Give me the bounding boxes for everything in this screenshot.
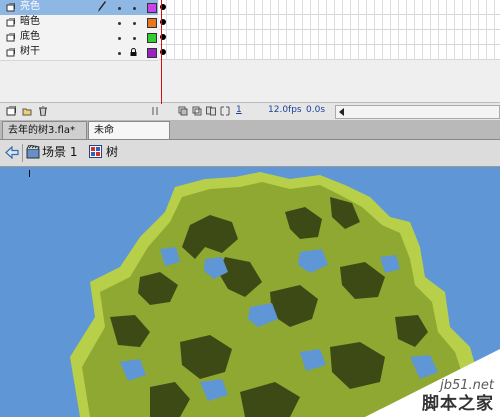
stage-canvas[interactable]: I jb51.net 脚本之家 [0,167,500,417]
movieclip-icon [89,145,102,158]
timeline-toolbar: 1 12.0fps 0.0s [0,102,500,121]
lock-icon[interactable] [130,48,137,56]
visibility-dot[interactable] [118,7,121,10]
layer-row[interactable]: 树干 [0,45,158,61]
scene-icon [26,145,40,159]
visibility-dot[interactable] [118,37,121,40]
lock-dot[interactable] [133,7,136,10]
tab-document[interactable]: 去年的树3.fla* [2,121,87,139]
onion-outline-icon[interactable] [192,106,202,116]
delete-icon[interactable] [38,106,48,116]
watermark-name: 脚本之家 [422,394,494,414]
edit-bar: 场景 1 树 [0,140,500,167]
layer-row[interactable]: 暗色 [0,15,158,31]
divider [22,144,23,162]
layer-color-swatch[interactable] [147,33,157,43]
scroll-left-icon[interactable] [338,108,346,116]
layer-name: 底色 [20,31,40,42]
tab-document-active[interactable]: 未命名-1.fla*× [88,121,170,154]
timeline-scrollbar[interactable] [335,105,500,119]
document-tabs: 去年的树3.fla* 未命名-1.fla*× [0,120,500,154]
layer-name: 树干 [20,46,40,57]
lock-dot[interactable] [133,22,136,25]
elapsed-time: 0.0s [306,105,326,115]
playhead[interactable] [161,0,162,104]
onion-markers-icon[interactable] [220,106,230,116]
layer-row[interactable]: 亮色 [0,0,158,16]
layer-name: 亮色 [20,1,40,12]
layer-color-swatch[interactable] [147,48,157,58]
new-layer-icon[interactable] [6,106,16,116]
visibility-dot[interactable] [118,52,121,55]
onion-skin-icon[interactable] [178,106,188,116]
layer-icon [6,48,15,57]
current-frame[interactable]: 1 [236,105,242,115]
breadcrumb-scene[interactable]: 场景 1 [42,144,77,160]
layer-color-swatch[interactable] [147,18,157,28]
layer-color-swatch[interactable] [147,3,157,13]
back-arrow-icon[interactable] [5,146,19,159]
layer-row[interactable]: 底色 [0,30,158,46]
edit-multiple-frames-icon[interactable] [206,106,216,116]
lock-dot[interactable] [133,37,136,40]
center-frame-icon[interactable] [150,106,160,116]
layer-icon [6,18,15,27]
layer-icon [6,33,15,42]
breadcrumb-symbol[interactable]: 树 [106,144,118,160]
new-folder-icon[interactable] [22,106,32,116]
frame-rate[interactable]: 12.0fps [268,105,302,115]
layer-icon [6,3,15,12]
pencil-icon [98,1,106,12]
frame-grid[interactable] [159,0,500,60]
tab-label: 去年的树3.fla* [8,125,75,136]
timeline-panel: 亮色 暗色 底色 树干 [0,0,500,102]
visibility-dot[interactable] [118,22,121,25]
layer-name: 暗色 [20,16,40,27]
